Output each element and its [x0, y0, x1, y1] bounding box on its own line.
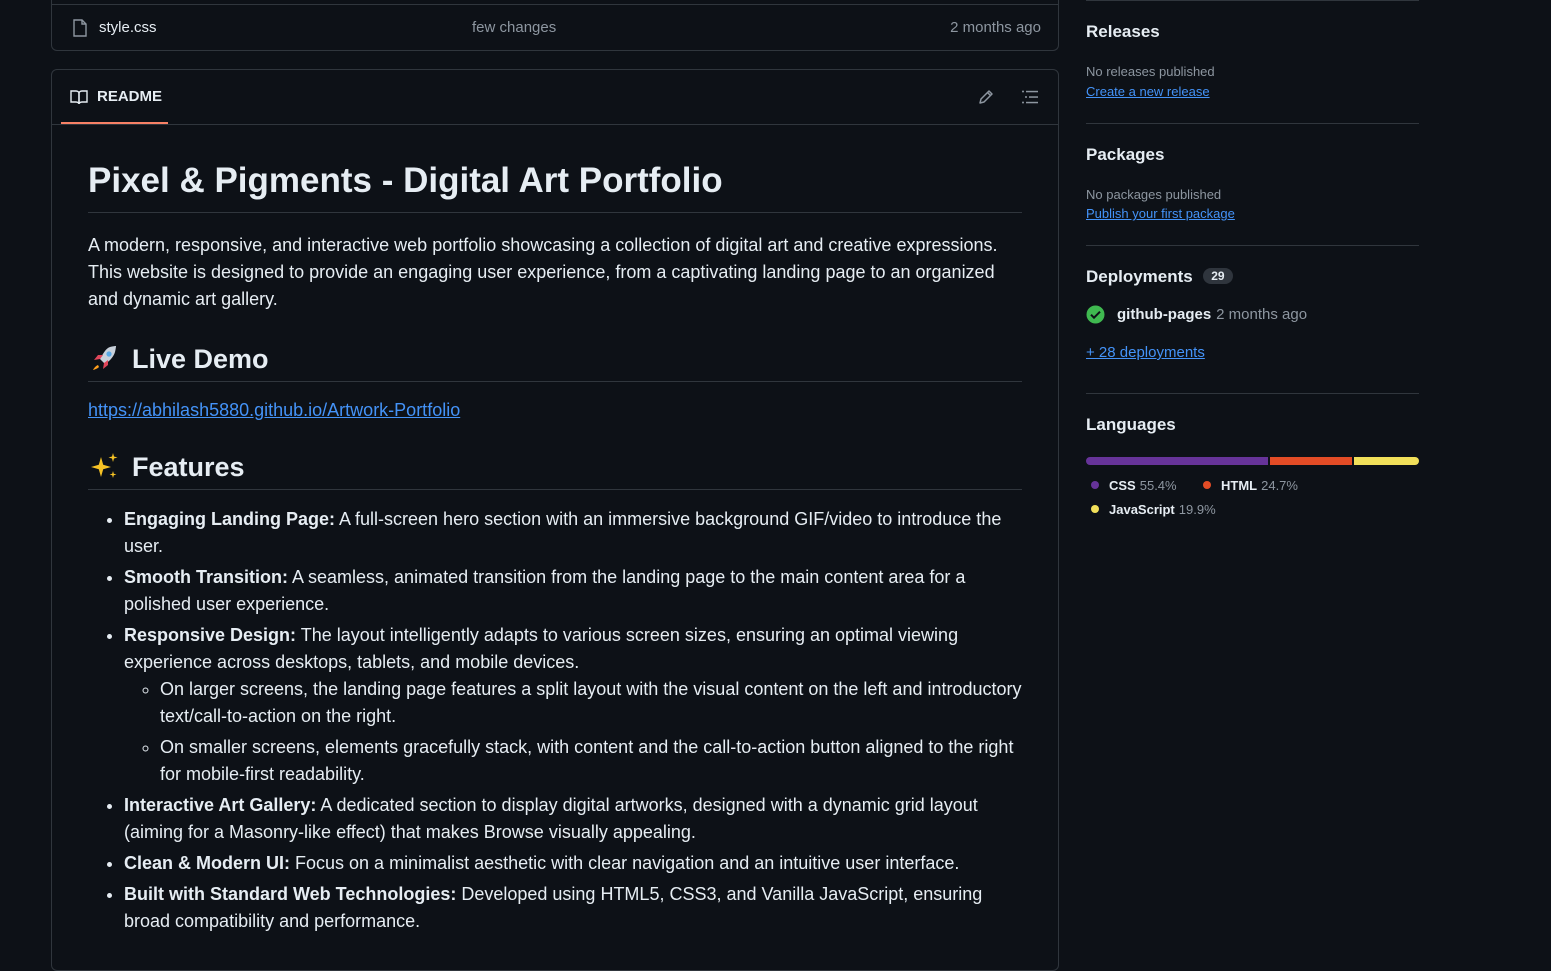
- sidebar-divider: [1086, 0, 1419, 1]
- file-list: style.css few changes 2 months ago: [51, 0, 1059, 51]
- features-title: Features: [132, 451, 245, 482]
- commit-time: 2 months ago: [950, 19, 1041, 36]
- file-icon: [73, 19, 87, 37]
- deployment-time: 2 months ago: [1216, 306, 1308, 323]
- publish-package-link[interactable]: Publish your first package: [1086, 206, 1235, 221]
- responsive-sublist: On larger screens, the landing page feat…: [124, 676, 1022, 788]
- live-demo-heading: Live Demo: [88, 343, 1022, 382]
- language-item-html[interactable]: HTML 24.7%: [1203, 478, 1298, 493]
- sidebar-divider: [1086, 393, 1419, 394]
- features-heading: Features: [88, 451, 1022, 490]
- list-outline-icon[interactable]: [1021, 88, 1039, 106]
- language-bar-segment-html[interactable]: [1270, 457, 1352, 465]
- list-item: Interactive Art Gallery: A dedicated sec…: [124, 792, 1022, 846]
- releases-empty: No releases published: [1086, 64, 1215, 79]
- packages-section: Packages No packages published Publish y…: [1086, 145, 1419, 223]
- readme-title: Pixel & Pigments - Digital Art Portfolio: [88, 160, 1022, 213]
- language-dot-icon: [1091, 505, 1099, 513]
- deployments-section: Deployments 29 github-pages 2 months ago…: [1086, 267, 1419, 362]
- more-deployments-link[interactable]: + 28 deployments: [1086, 344, 1205, 361]
- feature-title: Interactive Art Gallery:: [124, 795, 317, 815]
- language-bar-segment-javascript[interactable]: [1353, 457, 1419, 465]
- sparkles-icon: [91, 453, 118, 478]
- language-percent: 19.9%: [1178, 502, 1216, 517]
- language-item-javascript[interactable]: JavaScript 19.9%: [1091, 502, 1216, 517]
- language-percent: 24.7%: [1261, 478, 1298, 493]
- readme-content: Pixel & Pigments - Digital Art Portfolio…: [88, 160, 1022, 939]
- deployment-item: github-pages 2 months ago: [1086, 305, 1419, 324]
- list-item: On smaller screens, elements gracefully …: [160, 734, 1022, 788]
- language-dot-icon: [1203, 481, 1211, 489]
- releases-heading[interactable]: Releases: [1086, 22, 1419, 42]
- feature-title: Smooth Transition:: [124, 567, 288, 587]
- list-item: Clean & Modern UI: Focus on a minimalist…: [124, 850, 1022, 877]
- rocket-icon: [93, 346, 116, 370]
- live-demo-title: Live Demo: [132, 343, 269, 374]
- pencil-icon[interactable]: [977, 88, 995, 106]
- list-item: On larger screens, the landing page feat…: [160, 676, 1022, 730]
- list-item: Built with Standard Web Technologies: De…: [124, 881, 1022, 935]
- list-item: Engaging Landing Page: A full-screen her…: [124, 506, 1022, 560]
- list-item: Responsive Design: The layout intelligen…: [124, 622, 1022, 788]
- file-name-link[interactable]: style.css: [99, 19, 157, 36]
- readme-header: README: [52, 70, 1058, 125]
- file-row[interactable]: style.css few changes 2 months ago: [52, 4, 1058, 50]
- deployments-heading[interactable]: Deployments: [1086, 267, 1193, 286]
- language-percent: 55.4%: [1139, 478, 1177, 493]
- languages-section: Languages: [1086, 415, 1419, 435]
- language-item-css[interactable]: CSS 55.4%: [1091, 478, 1177, 493]
- tab-readme[interactable]: README: [61, 70, 168, 124]
- sidebar-divider: [1086, 123, 1419, 124]
- language-name: HTML: [1221, 478, 1258, 493]
- check-circle-icon: [1086, 305, 1105, 324]
- list-item: Smooth Transition: A seamless, animated …: [124, 564, 1022, 618]
- readme-panel: README Pixel & Pigments - Digital Art Po…: [51, 69, 1059, 971]
- readme-tab-label: README: [97, 88, 163, 105]
- live-demo-link[interactable]: https://abhilash5880.github.io/Artwork-P…: [88, 400, 1022, 421]
- feature-title: Built with Standard Web Technologies:: [124, 884, 457, 904]
- sidebar-divider: [1086, 245, 1419, 246]
- create-release-link[interactable]: Create a new release: [1086, 84, 1210, 99]
- deployment-env-link[interactable]: github-pages: [1117, 306, 1211, 323]
- releases-section: Releases No releases published Create a …: [1086, 22, 1419, 101]
- features-list: Engaging Landing Page: A full-screen her…: [88, 506, 1022, 935]
- language-bar-segment-css[interactable]: [1086, 457, 1269, 465]
- feature-title: Engaging Landing Page:: [124, 509, 335, 529]
- deployments-count-badge: 29: [1203, 268, 1233, 284]
- feature-title: Responsive Design:: [124, 625, 297, 645]
- readme-intro: A modern, responsive, and interactive we…: [88, 235, 998, 309]
- book-icon: [70, 90, 88, 105]
- language-name: CSS: [1109, 478, 1136, 493]
- commit-message-link[interactable]: few changes: [472, 19, 556, 36]
- feature-title: Clean & Modern UI:: [124, 853, 291, 873]
- packages-empty: No packages published: [1086, 187, 1222, 202]
- packages-heading[interactable]: Packages: [1086, 145, 1419, 165]
- language-name: JavaScript: [1109, 502, 1175, 517]
- language-dot-icon: [1091, 481, 1099, 489]
- languages-heading: Languages: [1086, 415, 1176, 434]
- languages-bar: [1086, 457, 1419, 465]
- feature-text: Focus on a minimalist aesthetic with cle…: [290, 853, 960, 873]
